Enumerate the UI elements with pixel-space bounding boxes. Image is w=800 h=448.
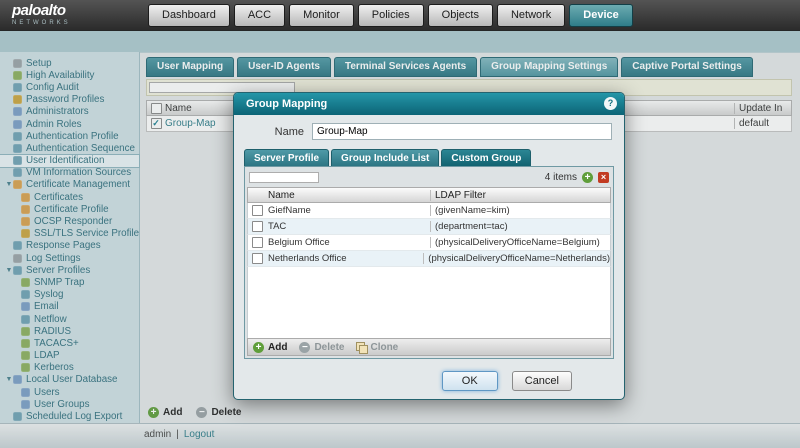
- nav-tab-dashboard[interactable]: Dashboard: [148, 4, 230, 27]
- clone-icon: [356, 342, 366, 352]
- clone-button[interactable]: Clone: [356, 342, 398, 353]
- nav-tab-policies[interactable]: Policies: [358, 4, 424, 27]
- column-header-name[interactable]: Name: [266, 190, 431, 201]
- name-input[interactable]: [312, 123, 612, 140]
- logo-subtext: NETWORKS: [12, 20, 71, 26]
- add-button[interactable]: + Add: [253, 342, 287, 353]
- dialog-title-bar: Group Mapping ?: [234, 93, 624, 115]
- custom-group-table-header: Name LDAP Filter: [247, 187, 611, 203]
- cancel-button[interactable]: Cancel: [512, 371, 572, 391]
- table-row[interactable]: Netherlands Office (physicalDeliveryOffi…: [247, 251, 611, 267]
- row-checkbox[interactable]: [252, 221, 263, 232]
- screen: paloalto NETWORKS Dashboard ACC Monitor …: [0, 0, 800, 448]
- logo-text: paloalto: [12, 3, 71, 18]
- apply-filter-icon[interactable]: +: [582, 172, 593, 183]
- nav-tab-objects[interactable]: Objects: [428, 4, 493, 27]
- main-nav: Dashboard ACC Monitor Policies Objects N…: [148, 4, 633, 27]
- help-icon[interactable]: ?: [604, 97, 617, 110]
- table-row[interactable]: GiefName (givenName=kim): [247, 203, 611, 219]
- ok-button[interactable]: OK: [442, 371, 498, 391]
- nav-tab-device[interactable]: Device: [569, 4, 632, 27]
- table-row[interactable]: TAC (department=tac): [247, 219, 611, 235]
- nav-tab-network[interactable]: Network: [497, 4, 565, 27]
- row-checkbox[interactable]: [252, 237, 263, 248]
- top-bar: paloalto NETWORKS Dashboard ACC Monitor …: [0, 0, 800, 31]
- panel-bottom-toolbar: + Add − Delete Clone: [247, 338, 611, 356]
- table-empty-area: [247, 267, 611, 338]
- column-header-ldap-filter[interactable]: LDAP Filter: [431, 190, 610, 201]
- clear-filter-icon[interactable]: ×: [598, 172, 609, 183]
- dialog-title: Group Mapping: [246, 98, 327, 110]
- panel-filter-input[interactable]: [249, 172, 319, 183]
- add-icon: +: [253, 342, 264, 353]
- row-checkbox[interactable]: [252, 205, 263, 216]
- custom-group-panel: 4 items + × Name LDAP Filter GiefName (g…: [244, 166, 614, 359]
- nav-tab-monitor[interactable]: Monitor: [289, 4, 354, 27]
- panel-toolbar: 4 items + ×: [245, 167, 613, 187]
- paloalto-logo: paloalto NETWORKS: [12, 3, 71, 26]
- delete-icon: −: [299, 342, 310, 353]
- name-field-row: Name: [242, 123, 612, 140]
- table-row[interactable]: Belgium Office (physicalDeliveryOfficeNa…: [247, 235, 611, 251]
- group-mapping-dialog: Group Mapping ? Name Server Profile Grou…: [233, 92, 625, 400]
- name-label: Name: [242, 126, 312, 138]
- delete-button[interactable]: − Delete: [299, 342, 344, 353]
- items-count: 4 items: [545, 172, 577, 183]
- nav-tab-acc[interactable]: ACC: [234, 4, 285, 27]
- row-checkbox[interactable]: [252, 253, 263, 264]
- dialog-footer: OK Cancel: [234, 371, 624, 391]
